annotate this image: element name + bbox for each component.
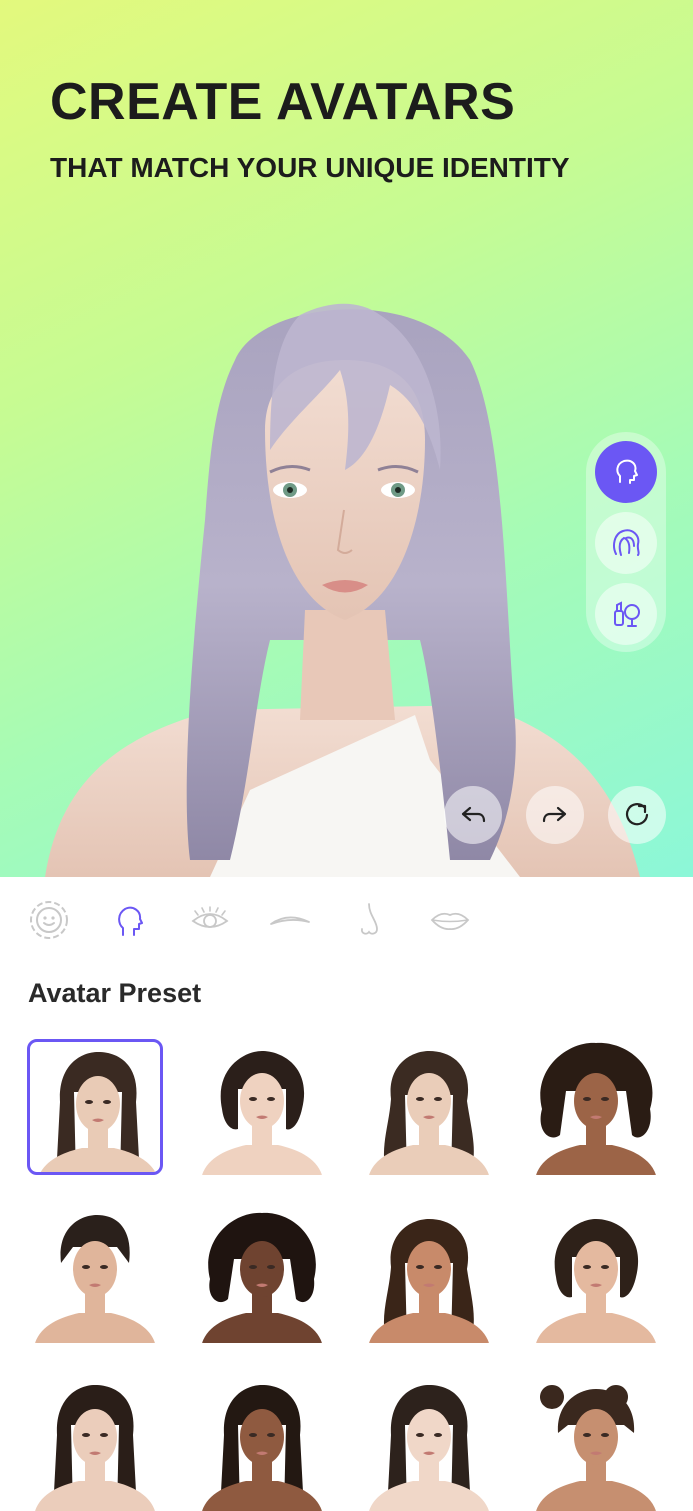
lips-icon [430, 912, 470, 930]
redo-button[interactable] [526, 786, 584, 844]
nose-icon [361, 903, 378, 935]
undo-icon [461, 806, 486, 823]
avatar-preset-5[interactable] [27, 1207, 163, 1343]
hair-icon [613, 529, 640, 556]
avatar-preset-thumbnail [536, 1042, 656, 1175]
avatar-preset-10[interactable] [194, 1375, 330, 1511]
avatar-preset-thumbnail [40, 1052, 156, 1172]
avatar-preset-thumbnail [35, 1215, 155, 1343]
reset-button[interactable] [608, 786, 666, 844]
hair-button[interactable] [595, 512, 657, 574]
avatar-preset-thumbnail [35, 1385, 155, 1511]
eyebrow-icon [270, 916, 310, 925]
head-shape-icon [118, 906, 143, 936]
avatar-preset-12[interactable] [528, 1375, 664, 1511]
tab-head-shape[interactable] [105, 897, 153, 943]
tab-eyes[interactable] [186, 897, 234, 943]
avatar-preset-2[interactable] [194, 1039, 330, 1175]
tab-nose[interactable] [346, 897, 394, 943]
avatar-preset-1[interactable] [27, 1039, 163, 1175]
preset-section-title: Avatar Preset [28, 978, 202, 1008]
avatar-preset-thumbnail [202, 1212, 322, 1343]
avatar-preset-6[interactable] [194, 1207, 330, 1343]
undo-button[interactable] [444, 786, 502, 844]
tab-face[interactable] [25, 897, 73, 943]
avatar-preset-9[interactable] [27, 1375, 163, 1511]
avatar-preset-thumbnail [202, 1051, 322, 1175]
side-tool-panel [586, 432, 666, 652]
face-icon [30, 901, 68, 939]
head-profile-button[interactable] [595, 441, 657, 503]
eye-icon [191, 906, 229, 928]
avatar-preset-11[interactable] [361, 1375, 497, 1511]
hero-banner: CREATE AVATARS THAT MATCH YOUR UNIQUE ID… [0, 0, 693, 877]
tab-lips[interactable] [426, 897, 474, 943]
avatar-preset-thumbnail [202, 1385, 322, 1511]
head-profile-icon [616, 459, 638, 484]
avatar-preset-7[interactable] [361, 1207, 497, 1343]
avatar-preview[interactable] [0, 0, 693, 877]
avatar-preset-thumbnail [369, 1051, 489, 1175]
avatar-preset-thumbnail [536, 1384, 656, 1511]
avatar-preset-8[interactable] [528, 1207, 664, 1343]
avatar-preset-thumbnail [369, 1385, 489, 1511]
avatar-preset-thumbnail [536, 1219, 656, 1343]
redo-icon [542, 806, 567, 823]
reset-icon [625, 803, 649, 826]
makeup-icon [614, 601, 640, 627]
avatar-preset-3[interactable] [361, 1039, 497, 1175]
makeup-button[interactable] [595, 583, 657, 645]
avatar-preset-thumbnail [369, 1219, 489, 1343]
avatar-preset-4[interactable] [528, 1039, 664, 1175]
tab-eyebrows[interactable] [266, 897, 314, 943]
feature-tab-bar [0, 877, 693, 963]
